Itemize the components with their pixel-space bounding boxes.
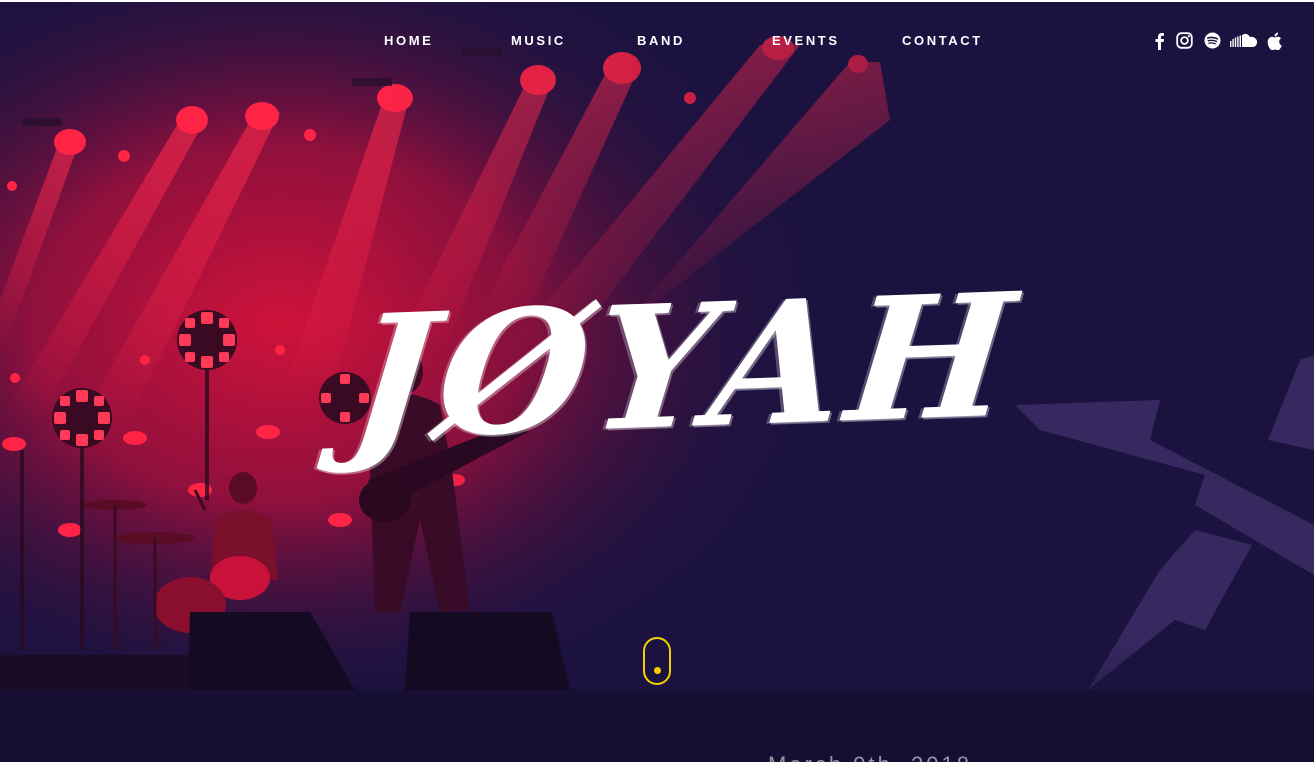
spotify-icon[interactable]: [1204, 32, 1221, 49]
hero-page: HOME MUSIC BAND EVENTS CONTACT JØYAH: [0, 0, 1314, 762]
nav-item-home[interactable]: HOME: [384, 33, 433, 48]
social-links: [1150, 32, 1290, 52]
facebook-icon[interactable]: [1152, 32, 1166, 50]
nav-item-band[interactable]: BAND: [637, 33, 685, 48]
scroll-down-indicator[interactable]: [643, 637, 671, 685]
scroll-dot: [654, 667, 661, 674]
nav-item-music[interactable]: MUSIC: [511, 33, 566, 48]
apple-icon[interactable]: [1266, 32, 1282, 50]
band-logo-title: JØYAH: [342, 255, 1028, 479]
main-navigation: HOME MUSIC BAND EVENTS CONTACT: [0, 33, 1314, 51]
instagram-icon[interactable]: [1176, 32, 1193, 49]
soundcloud-icon[interactable]: [1230, 32, 1258, 49]
next-section-teaser: March 9th, 2018: [768, 752, 972, 762]
top-border: [0, 0, 1314, 2]
nav-item-contact[interactable]: CONTACT: [902, 33, 983, 48]
nav-item-events[interactable]: EVENTS: [772, 33, 840, 48]
